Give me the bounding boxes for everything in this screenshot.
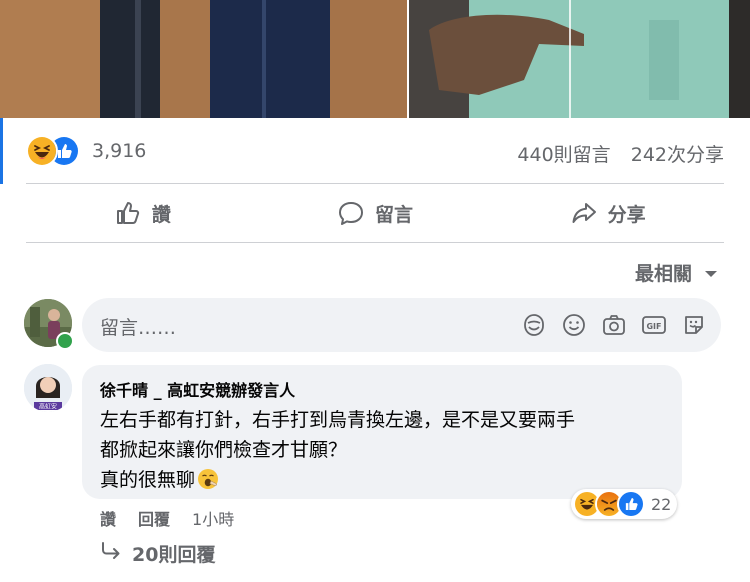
share-button-label: 分享 [607,203,646,226]
thumbs-up-icon [114,199,142,227]
gif-icon[interactable]: GIF [641,312,667,338]
comment-sort-dropdown[interactable]: 最相關 [635,259,718,286]
like-reaction-icon [617,490,645,518]
view-replies-link[interactable]: 20則回覆 [100,540,215,567]
share-count-link[interactable]: 242次分享 [631,144,724,166]
comment-like-link[interactable]: 讚 [100,506,116,530]
view-replies-label: 20則回覆 [132,544,216,566]
comment-text-line-3: 真的很無聊 [100,465,219,495]
comment-reactions[interactable]: 22 [571,489,678,519]
comment-bubble: 徐千晴 _ 高虹安競辦發言人 左右手都有打針，右手打到烏青換左邊，是不是又要兩手… [82,365,682,499]
comment-button-label: 留言 [375,203,414,226]
reaction-count[interactable]: 3,916 [92,140,146,162]
comment-button[interactable]: 留言 [259,190,492,236]
like-button-label: 讚 [151,203,171,226]
comment-composer[interactable]: 留言…… GIF [82,298,721,352]
actions-divider [26,242,724,243]
comment-sort-label: 最相關 [634,263,692,285]
comment-text-line-2: 都掀起來讓你們檢查才甘願？ [100,439,348,461]
sticker-icon[interactable] [521,312,547,338]
share-button[interactable]: 分享 [491,190,724,236]
yawning-face-emoji-icon [197,468,219,495]
post-accent-bar [0,118,3,184]
comment-text-line-1: 左右手都有打針，右手打到烏青換左邊，是不是又要兩手 [100,409,576,431]
like-button[interactable]: 讚 [26,190,259,236]
haha-reaction-icon [26,135,58,167]
share-arrow-icon [570,199,598,227]
camera-icon[interactable] [601,312,627,338]
comment-author-name[interactable]: 徐千晴 _ 高虹安競辦發言人 [100,377,295,401]
comment-reply-link[interactable]: 回覆 [138,506,170,530]
svg-text:高虹安: 高虹安 [39,403,57,411]
composer-icons: GIF [521,312,707,338]
post-photo-right[interactable] [409,0,750,118]
caret-down-icon [704,262,718,284]
comment-author-avatar[interactable]: 高虹安 [24,364,72,412]
emoji-icon[interactable] [561,312,587,338]
post-actions-row: 讚 留言 分享 [26,190,724,236]
post-photo-strip [0,0,750,118]
comment-count-link[interactable]: 440則留言 [517,144,610,166]
comment-text-line-3-text: 真的很無聊 [100,469,196,491]
comment-reaction-count: 22 [651,494,672,514]
post-photo-left[interactable] [0,0,407,118]
comment-actions: 讚 回覆 1小時 [100,506,234,530]
comment-timestamp[interactable]: 1小時 [192,506,234,530]
stats-divider [26,183,724,184]
online-status-dot [56,332,74,350]
reply-arrow-icon [100,541,122,566]
svg-text:GIF: GIF [646,322,661,331]
comment-input-placeholder[interactable]: 留言…… [100,313,176,340]
post-stats-row: 3,916 440則留言 242次分享 [26,133,724,169]
comment-bubble-icon [337,199,365,227]
post-engagement-counts: 440則留言 242次分享 [517,140,724,167]
reaction-icons[interactable] [26,135,86,167]
avatar-sticker-icon[interactable] [681,312,707,338]
